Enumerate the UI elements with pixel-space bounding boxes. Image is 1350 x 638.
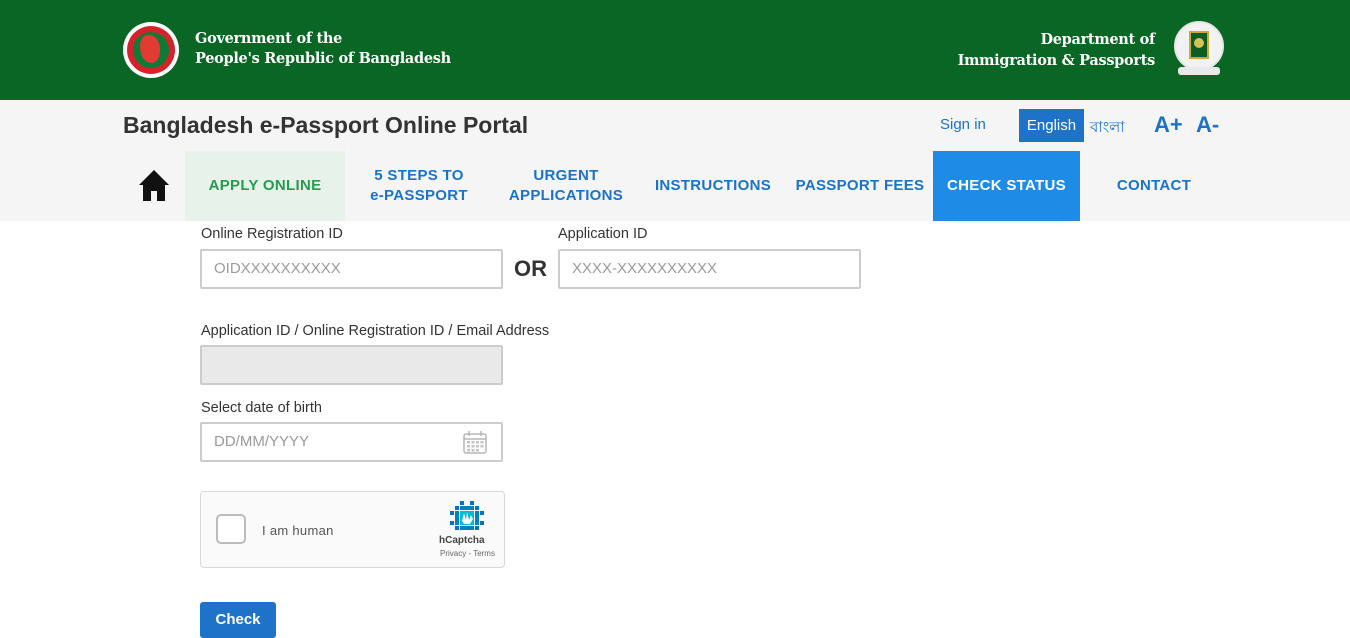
nav-instructions[interactable]: INSTRUCTIONS — [639, 151, 787, 221]
nav-label: INSTRUCTIONS — [654, 177, 772, 194]
nav-contact[interactable]: CONTACT — [1080, 151, 1228, 221]
oid-input[interactable]: OIDXXXXXXXXXX — [200, 249, 503, 289]
nav-label-line1: URGENT — [533, 167, 599, 184]
captcha-checkbox[interactable] — [216, 514, 246, 544]
application-id-label: Application ID — [558, 226, 648, 242]
government-logo — [123, 22, 179, 78]
oid-placeholder: OIDXXXXXXXXXX — [214, 260, 341, 277]
oid-label: Online Registration ID — [201, 226, 343, 242]
nav-label: CHECK STATUS — [947, 177, 1066, 194]
dept-line-2: Immigration & Passports — [957, 52, 1156, 69]
gov-line-2: People's Republic of Bangladesh — [195, 50, 451, 67]
or-separator: OR — [514, 256, 547, 281]
portal-title: Bangladesh e-Passport Online Portal — [123, 112, 529, 138]
nav-label-line2: APPLICATIONS — [508, 187, 624, 204]
dob-input[interactable]: DD/MM/YYYY — [200, 422, 503, 462]
application-id-placeholder: XXXX-XXXXXXXXXX — [572, 260, 718, 277]
nav-apply-online[interactable]: APPLY ONLINE — [185, 151, 345, 221]
government-title: Government of the People's Republic of B… — [195, 29, 451, 69]
font-increase-button[interactable]: A+ — [1154, 112, 1183, 138]
department-title: Department of Immigration & Passports — [957, 29, 1156, 71]
calendar-icon[interactable] — [463, 431, 487, 454]
nav-urgent-applications[interactable]: URGENT APPLICATIONS — [493, 151, 639, 221]
gov-line-1: Government of the — [195, 30, 343, 47]
hcaptcha-logo-icon — [450, 501, 484, 530]
nav-5-steps[interactable]: 5 STEPS TO e-PASSPORT — [345, 151, 493, 221]
nav-label-line1: 5 STEPS TO — [374, 167, 464, 184]
nav-label-line2: e-PASSPORT — [370, 187, 468, 204]
dob-label: Select date of birth — [201, 400, 322, 416]
language-bangla-button[interactable]: বাংলা — [1090, 116, 1125, 141]
department-logo — [1174, 21, 1224, 77]
font-decrease-button[interactable]: A- — [1196, 112, 1219, 138]
home-icon — [139, 170, 169, 201]
nav-check-status[interactable]: CHECK STATUS — [933, 151, 1080, 221]
dept-line-1: Department of — [1040, 31, 1155, 48]
hcaptcha-widget: I am human hCaptcha Privacy - Terms — [200, 491, 505, 568]
language-english-button[interactable]: English — [1019, 109, 1084, 142]
nav-home[interactable] — [123, 151, 185, 221]
application-id-input[interactable]: XXXX-XXXXXXXXXX — [558, 249, 861, 289]
nav-passport-fees[interactable]: PASSPORT FEES — [787, 151, 933, 221]
nav-label: APPLY ONLINE — [208, 177, 322, 194]
captcha-links[interactable]: Privacy - Terms — [440, 549, 495, 558]
top-banner: Government of the People's Republic of B… — [0, 0, 1350, 100]
dob-placeholder: DD/MM/YYYY — [214, 433, 310, 450]
check-button[interactable]: Check — [200, 602, 276, 638]
captcha-label: I am human — [262, 523, 334, 538]
combined-id-field — [200, 345, 503, 385]
combined-id-label: Application ID / Online Registration ID … — [201, 323, 550, 339]
nav-label: PASSPORT FEES — [795, 177, 925, 194]
nav-label: CONTACT — [1116, 177, 1192, 194]
captcha-brand: hCaptcha — [439, 535, 485, 546]
sign-in-link[interactable]: Sign in — [940, 116, 986, 133]
